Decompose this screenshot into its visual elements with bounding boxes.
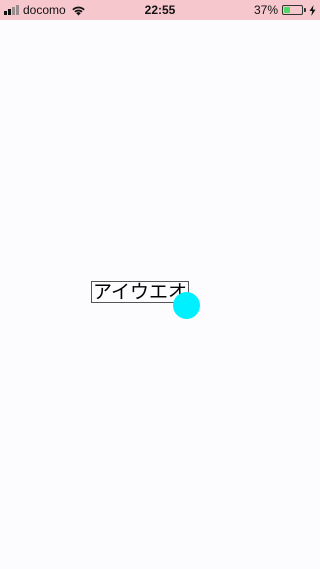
status-bar: docomo 22:55 37% [0, 0, 320, 20]
battery-cap [304, 8, 306, 12]
battery-level-fill [284, 7, 290, 13]
charging-icon [309, 4, 316, 16]
battery-icon [282, 5, 303, 15]
status-bar-right: 37% [254, 0, 316, 20]
touch-indicator [173, 292, 200, 319]
battery-percentage: 37% [253, 3, 278, 17]
main-content: アイウエオ [0, 20, 320, 569]
